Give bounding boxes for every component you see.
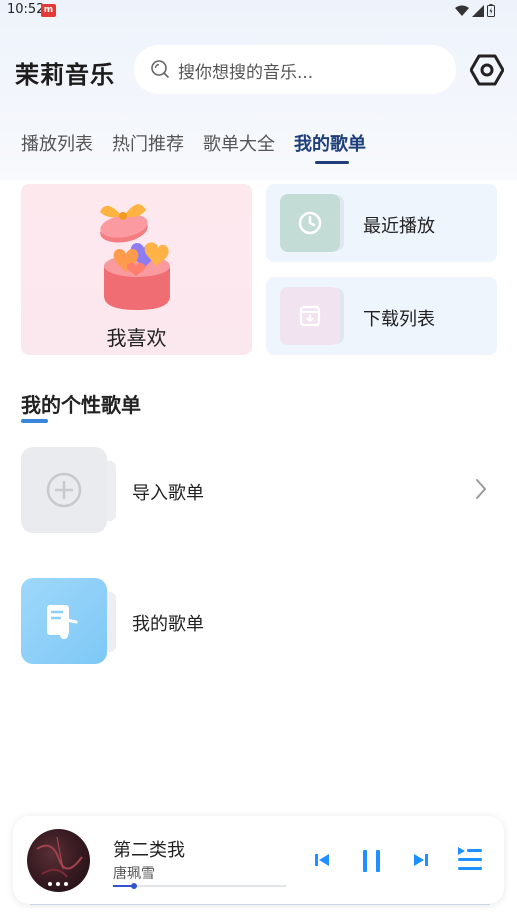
recent-play-label: 最近播放 xyxy=(363,216,435,237)
active-tab-indicator xyxy=(315,161,349,164)
playlist-queue-icon[interactable] xyxy=(456,845,484,875)
pause-icon[interactable] xyxy=(361,849,383,873)
progress-bar[interactable] xyxy=(113,883,286,889)
history-icon xyxy=(280,194,340,252)
song-artist: 唐珮雪 xyxy=(113,866,155,882)
import-playlist-row[interactable]: 导入歌单 xyxy=(0,447,517,537)
notification-app-icon: m xyxy=(41,4,56,17)
battery-icon xyxy=(487,4,495,17)
tab-playlist-collection[interactable]: 歌单大全 xyxy=(203,130,275,156)
song-title: 第二类我 xyxy=(113,840,185,861)
app-title: 茉莉音乐 xyxy=(15,61,115,89)
import-playlist-label: 导入歌单 xyxy=(132,483,204,504)
gift-box-hearts-icon xyxy=(100,204,170,310)
chevron-right-icon xyxy=(476,479,487,499)
my-playlist-label: 我的歌单 xyxy=(132,614,204,635)
recent-play-card[interactable]: 最近播放 xyxy=(266,184,497,262)
tab-playlist[interactable]: 播放列表 xyxy=(21,130,93,156)
download-list-label: 下载列表 xyxy=(363,309,435,330)
add-circle-icon xyxy=(21,447,107,533)
progress-knob[interactable] xyxy=(131,883,137,889)
status-bar: 10:52 m xyxy=(0,0,517,22)
tab-my-playlists[interactable]: 我的歌单 xyxy=(294,130,366,156)
signal-icon xyxy=(472,4,484,17)
search-placeholder: 搜你想搜的音乐... xyxy=(178,63,314,83)
search-bar[interactable]: 搜你想搜的音乐... xyxy=(134,45,456,94)
download-list-card[interactable]: 下载列表 xyxy=(266,277,497,355)
search-icon xyxy=(151,60,169,78)
status-time: 10:52 xyxy=(7,2,45,17)
music-note-document-icon xyxy=(21,578,107,664)
tab-hot-recommend[interactable]: 热门推荐 xyxy=(112,130,184,156)
next-track-icon[interactable] xyxy=(413,852,429,868)
section-underline xyxy=(21,419,48,423)
my-playlist-row[interactable]: 我的歌单 xyxy=(0,578,517,668)
section-title: 我的个性歌单 xyxy=(21,393,141,417)
favorites-label: 我喜欢 xyxy=(106,326,167,350)
previous-track-icon[interactable] xyxy=(314,852,330,868)
download-box-icon xyxy=(280,287,340,345)
status-icons xyxy=(455,4,495,17)
wifi-icon xyxy=(455,5,469,16)
mini-player[interactable]: 第二类我 唐珮雪 xyxy=(13,816,504,904)
album-art[interactable] xyxy=(27,829,90,892)
settings-hexagon-icon[interactable] xyxy=(470,53,504,87)
